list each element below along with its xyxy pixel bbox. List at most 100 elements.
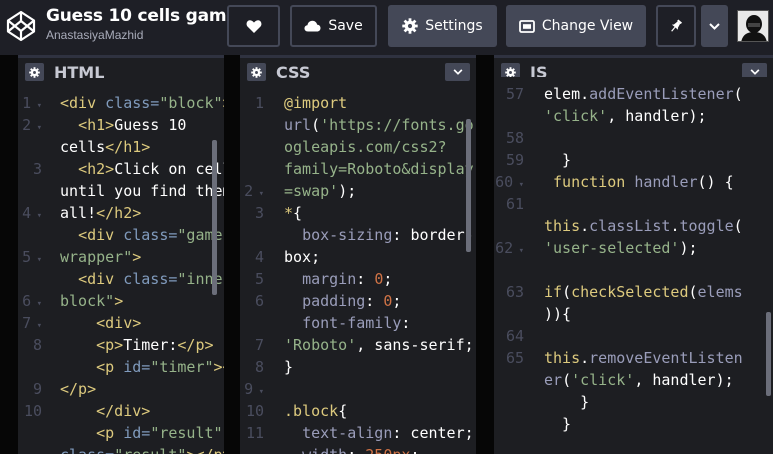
chevron-down-icon — [750, 69, 759, 75]
line-number: 63 — [505, 283, 524, 301]
save-button[interactable]: Save — [290, 5, 377, 47]
css-scrollbar[interactable] — [466, 119, 471, 252]
line-number: 57 — [505, 85, 524, 103]
css-panel-header: CSS — [240, 55, 476, 86]
line-number: 58 — [505, 129, 524, 147]
resize-handle-html-css[interactable] — [224, 55, 240, 454]
line-number — [494, 105, 524, 127]
pin-icon — [671, 18, 683, 32]
fold-arrow-icon[interactable]: ▾ — [31, 299, 42, 309]
line-number: 3 — [254, 204, 264, 222]
fold-arrow-icon[interactable]: ▾ — [253, 189, 264, 199]
change-view-button[interactable]: Change View — [506, 5, 646, 47]
line-number: 5 ▾ — [22, 248, 42, 266]
html-line-numbers: 1 ▾ 2 ▾ 3 4 ▾ 5 ▾ 6 ▾ 7 ▾ 8 9 10 — [18, 92, 42, 422]
css-line-numbers: 1 2 ▾ 3 4 5 6 7 8 9 ▾ 10 11 — [240, 92, 264, 444]
gear-icon — [402, 18, 418, 34]
css-editor-panel: CSS 1 2 ▾ 3 4 5 6 7 8 9 ▾ 10 11 @import url('https… — [240, 55, 476, 454]
codepen-logo-icon[interactable] — [6, 9, 36, 43]
css-code-editor[interactable]: 1 2 ▾ 3 4 5 6 7 8 9 ▾ 10 11 @import url('https://f… — [240, 86, 476, 454]
html-editor-panel: HTML 1 ▾ 2 ▾ 3 4 ▾ 5 ▾ 6 ▾ 7 ▾ 8 9 10 <div class=… — [18, 55, 224, 454]
change-view-label: Change View — [541, 18, 634, 34]
fold-arrow-icon[interactable]: ▾ — [31, 123, 42, 133]
line-number: 11 — [245, 424, 264, 442]
cloud-icon — [304, 20, 321, 32]
line-number: 1 — [254, 94, 264, 112]
line-number: 6 ▾ — [22, 292, 42, 310]
line-number — [240, 224, 264, 246]
fold-arrow-icon[interactable]: ▾ — [253, 387, 264, 397]
css-collapse-button[interactable] — [445, 63, 470, 81]
layout-icon — [518, 19, 535, 33]
line-number: 4 ▾ — [22, 204, 42, 222]
line-number: 7 ▾ — [22, 314, 42, 332]
left-edge — [0, 55, 18, 454]
chevron-down-icon — [453, 69, 462, 75]
line-number: 6 — [254, 292, 264, 310]
js-editor-panel: JS 57 58 59 60 ▾ 61 62 ▾ 63 64 65 elem.addEventL… — [494, 55, 773, 454]
js-code-editor[interactable]: 57 58 59 60 ▾ 61 62 ▾ 63 64 65 elem.addEventList… — [494, 77, 773, 454]
fold-arrow-icon[interactable]: ▾ — [513, 180, 524, 190]
settings-button[interactable]: Settings — [388, 5, 497, 47]
line-number: 62 ▾ — [495, 239, 524, 257]
line-number: 3 — [32, 160, 42, 178]
avatar-image-icon — [738, 11, 768, 41]
app-header: Guess 10 cells game AnastasiyaMazhid Sav… — [0, 0, 773, 55]
line-number: 64 — [505, 327, 524, 345]
line-number — [494, 215, 524, 237]
fold-arrow-icon[interactable]: ▾ — [31, 101, 42, 111]
line-number: 9 ▾ — [244, 380, 264, 398]
gear-icon — [29, 66, 40, 78]
html-scrollbar[interactable] — [212, 140, 217, 295]
line-number — [240, 136, 264, 158]
js-scrollbar[interactable] — [766, 312, 771, 396]
pen-author[interactable]: AnastasiyaMazhid — [46, 28, 253, 42]
fold-arrow-icon[interactable]: ▾ — [31, 255, 42, 265]
line-number — [240, 114, 264, 136]
line-number — [18, 136, 42, 158]
line-number: 5 — [254, 270, 264, 288]
js-code-lines: elem.addEventListener( 'click', handler)… — [544, 85, 743, 433]
line-number: 4 — [254, 248, 264, 266]
line-number: 61 — [505, 195, 524, 213]
line-number — [494, 259, 524, 281]
user-avatar[interactable] — [737, 10, 769, 42]
love-button[interactable] — [227, 5, 280, 47]
html-settings-button[interactable] — [25, 63, 44, 81]
fold-arrow-icon[interactable]: ▾ — [31, 211, 42, 221]
line-number — [18, 224, 42, 246]
chevron-down-icon — [709, 22, 720, 30]
line-number — [18, 268, 42, 290]
line-number — [18, 180, 42, 202]
gear-icon — [505, 66, 516, 78]
settings-label: Settings — [425, 18, 483, 34]
pen-title[interactable]: Guess 10 cells game — [46, 5, 253, 26]
heart-icon — [246, 19, 261, 33]
line-number — [18, 356, 42, 378]
html-panel-title: HTML — [54, 62, 105, 82]
line-number: 1 ▾ — [22, 94, 42, 112]
line-number: 10 — [23, 402, 42, 420]
css-code-lines: @import url('https://fonts.go ogleapis.c… — [284, 94, 474, 454]
line-number — [240, 158, 264, 180]
line-number: 7 — [254, 336, 264, 354]
save-label: Save — [328, 18, 363, 34]
line-number: 59 — [505, 151, 524, 169]
html-code-editor[interactable]: 1 ▾ 2 ▾ 3 4 ▾ 5 ▾ 6 ▾ 7 ▾ 8 9 10 <div class="bloc… — [18, 86, 224, 454]
html-code-lines: <div class="block"> <h1>Guess 10 cells</… — [60, 94, 224, 454]
fold-arrow-icon[interactable]: ▾ — [513, 246, 524, 256]
line-number: 2 ▾ — [22, 116, 42, 134]
fold-arrow-icon[interactable]: ▾ — [31, 321, 42, 331]
css-settings-button[interactable] — [247, 63, 266, 81]
line-number — [494, 303, 524, 325]
line-number: 2 ▾ — [244, 182, 264, 200]
pin-dropdown-button[interactable] — [701, 5, 728, 47]
js-line-numbers: 57 58 59 60 ▾ 61 62 ▾ 63 64 65 — [494, 83, 524, 369]
pin-button[interactable] — [656, 5, 696, 47]
resize-handle-css-js[interactable] — [476, 55, 494, 454]
line-number: 8 — [254, 358, 264, 376]
line-number: 8 — [32, 336, 42, 354]
css-panel-title: CSS — [276, 62, 311, 82]
pen-title-text: Guess 10 cells game — [46, 6, 238, 26]
line-number — [240, 312, 264, 334]
